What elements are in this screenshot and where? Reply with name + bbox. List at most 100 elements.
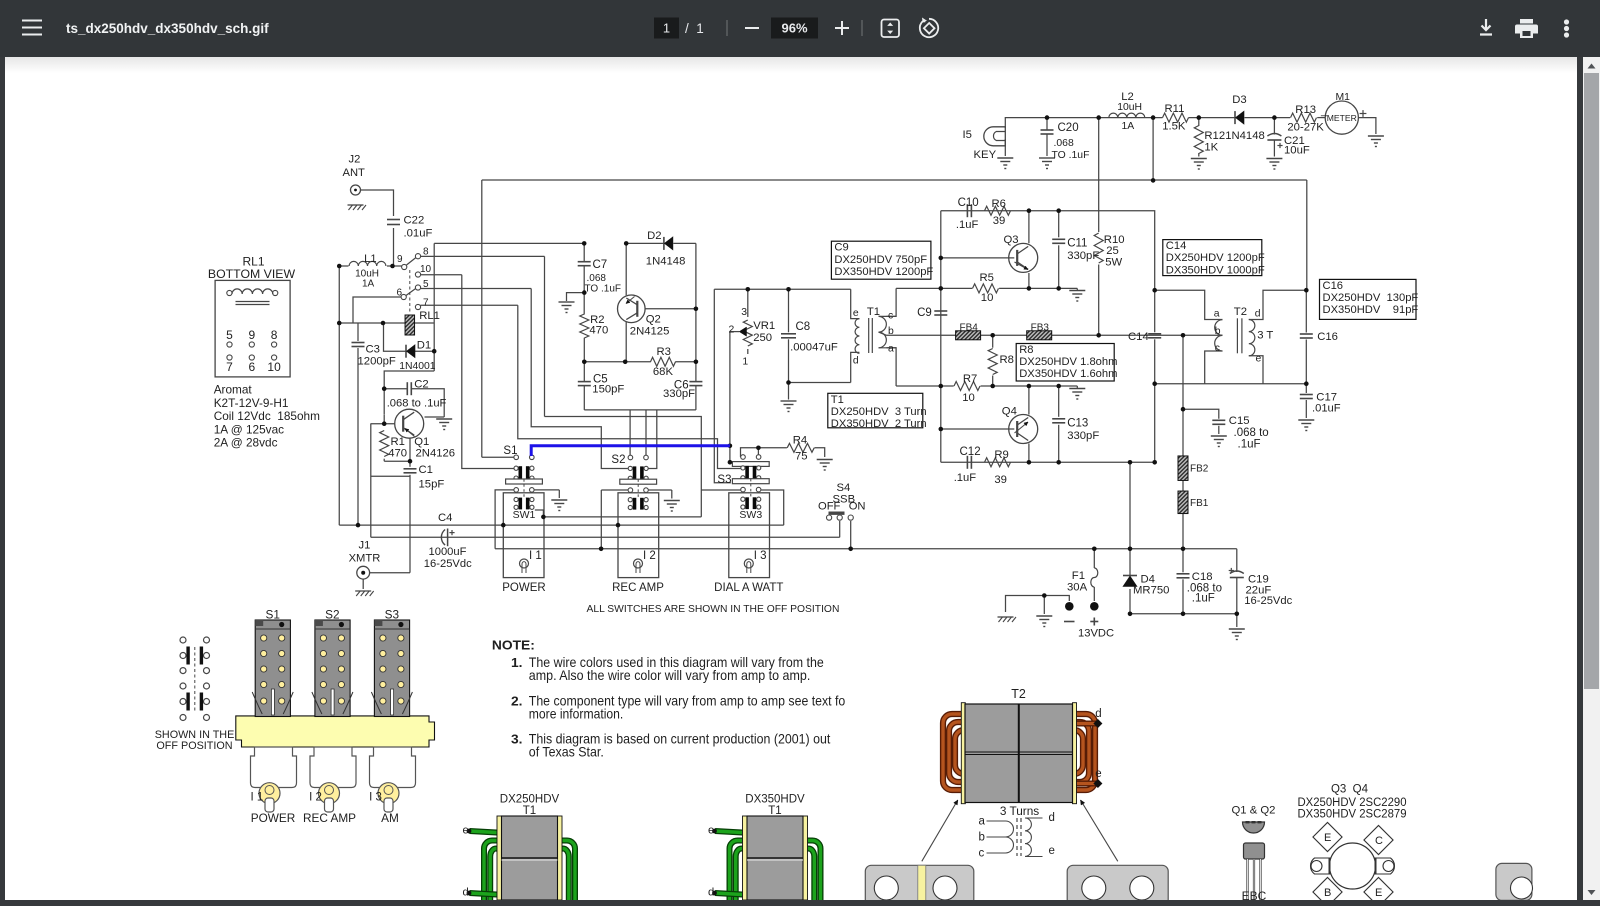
svg-text:b: b [1214, 326, 1220, 337]
svg-text:S1: S1 [503, 445, 517, 457]
svg-text:C16: C16 [1317, 331, 1338, 343]
svg-text:10uF: 10uF [1284, 144, 1310, 156]
svg-text:d: d [708, 887, 714, 899]
svg-text:C8: C8 [795, 321, 810, 333]
svg-text:amp. Also the wire color will: amp. Also the wire color will vary from … [528, 667, 810, 683]
svg-text:5W: 5W [1105, 257, 1122, 269]
svg-text:C18: C18 [1191, 571, 1212, 583]
svg-text:1A @ 125vac: 1A @ 125vac [213, 422, 283, 436]
svg-text:C16: C16 [1322, 280, 1343, 292]
svg-text:DX350HDV 1.6ohm: DX350HDV 1.6ohm [1019, 368, 1117, 380]
svg-text:C22: C22 [403, 215, 424, 227]
svg-text:S3: S3 [384, 608, 399, 622]
svg-text:10: 10 [420, 264, 432, 275]
svg-text:C14: C14 [1165, 240, 1186, 252]
svg-text:10: 10 [962, 392, 975, 404]
svg-text:S2: S2 [611, 454, 625, 466]
svg-text:DX350HDV 2SC2879: DX350HDV 2SC2879 [1297, 809, 1406, 821]
svg-text:DX250HDV: DX250HDV [499, 794, 559, 806]
svg-text:5: 5 [226, 328, 233, 342]
svg-text:39: 39 [992, 215, 1005, 227]
svg-text:C2: C2 [414, 379, 428, 391]
svg-text:Q3: Q3 [1003, 234, 1018, 246]
svg-text:2A @ 28vdc: 2A @ 28vdc [213, 436, 277, 450]
svg-text:30A: 30A [1067, 582, 1088, 594]
svg-text:15pF: 15pF [418, 479, 444, 491]
svg-text:TO .1uF: TO .1uF [1051, 150, 1089, 161]
svg-text:R6: R6 [991, 198, 1005, 210]
svg-text:a: a [978, 816, 985, 828]
svg-text:25: 25 [1106, 245, 1119, 257]
svg-text:more information.: more information. [528, 706, 623, 722]
svg-text:ANT: ANT [342, 167, 365, 179]
svg-text:FB4: FB4 [959, 323, 978, 334]
svg-text:C10: C10 [957, 197, 978, 209]
svg-text:2: 2 [728, 325, 734, 336]
svg-text:S3: S3 [717, 474, 731, 486]
svg-text:Q1 & Q2: Q1 & Q2 [1231, 805, 1275, 817]
svg-text:SW1: SW1 [512, 509, 535, 521]
svg-text:J1: J1 [358, 540, 370, 552]
svg-text:a: a [1213, 309, 1219, 320]
svg-text:.068: .068 [1053, 138, 1073, 149]
svg-text:C9: C9 [917, 307, 932, 319]
svg-text:B: B [1324, 887, 1331, 899]
svg-text:R3: R3 [656, 346, 670, 358]
svg-text:I 1: I 1 [250, 792, 263, 804]
svg-text:68K: 68K [652, 366, 673, 378]
svg-text:d: d [1095, 708, 1101, 720]
svg-text:of Texas Star.: of Texas Star. [528, 744, 603, 760]
svg-text:POWER: POWER [502, 582, 545, 594]
svg-text:330pF: 330pF [663, 388, 695, 400]
svg-text:C3: C3 [365, 344, 379, 356]
svg-text:1: 1 [742, 357, 748, 368]
svg-text:d: d [1048, 812, 1054, 824]
svg-text:10: 10 [980, 292, 993, 304]
svg-text:d: d [852, 356, 858, 367]
svg-text:470: 470 [589, 325, 608, 337]
svg-text:REC AMP: REC AMP [612, 582, 664, 594]
svg-text:10uH: 10uH [1117, 102, 1142, 113]
svg-text:Q2: Q2 [645, 314, 660, 326]
svg-text:S4: S4 [836, 482, 850, 494]
svg-text:150pF: 150pF [592, 383, 624, 395]
svg-text:T1: T1 [830, 394, 843, 406]
svg-text:R12: R12 [1204, 130, 1225, 142]
svg-text:1A: 1A [362, 279, 375, 290]
svg-text:BOTTOM VIEW: BOTTOM VIEW [207, 267, 295, 281]
svg-text:R8: R8 [999, 354, 1013, 366]
svg-text:T1: T1 [522, 805, 535, 817]
svg-text:7: 7 [226, 360, 233, 374]
svg-text:8: 8 [423, 247, 429, 258]
svg-text:5: 5 [423, 279, 429, 290]
svg-text:20-27K: 20-27K [1287, 122, 1324, 134]
svg-text:Aromat: Aromat [213, 383, 252, 397]
svg-text:R13: R13 [1295, 104, 1316, 116]
svg-text:RL1: RL1 [419, 310, 440, 322]
svg-text:b: b [978, 832, 984, 844]
svg-text:.01uF: .01uF [403, 228, 432, 240]
svg-text:ts_dx250hdv_dx350hdv_sch.gif: ts_dx250hdv_dx350hdv_sch.gif [66, 21, 269, 36]
svg-text:2.: 2. [511, 694, 523, 709]
svg-text:e: e [1048, 845, 1054, 857]
svg-text:J2: J2 [348, 154, 360, 166]
svg-text:TO .1uF: TO .1uF [584, 284, 621, 295]
svg-text:e: e [852, 308, 858, 319]
svg-text:SW3: SW3 [739, 509, 762, 521]
svg-text:E: E [1324, 832, 1331, 844]
svg-text:I 3: I 3 [753, 550, 766, 562]
svg-text:REC AMP: REC AMP [302, 811, 355, 825]
svg-text:L1: L1 [364, 253, 376, 265]
svg-text:470: 470 [388, 448, 407, 460]
svg-text:R8: R8 [1019, 344, 1033, 356]
svg-text:I 2: I 2 [309, 792, 322, 804]
svg-text:POWER: POWER [250, 811, 295, 825]
svg-text:a: a [888, 344, 894, 355]
svg-text:DX350HDV 1200pF: DX350HDV 1200pF [834, 266, 933, 278]
svg-text:DX350HDV 1000pF: DX350HDV 1000pF [1165, 264, 1264, 276]
svg-text:ALL SWITCHES ARE SHOWN IN THE: ALL SWITCHES ARE SHOWN IN THE OFF POSITI… [586, 604, 839, 615]
svg-text:.1uF: .1uF [953, 472, 976, 484]
svg-text:1: 1 [663, 21, 670, 36]
svg-text:R9: R9 [994, 449, 1008, 461]
svg-text:FB1: FB1 [1190, 498, 1209, 509]
